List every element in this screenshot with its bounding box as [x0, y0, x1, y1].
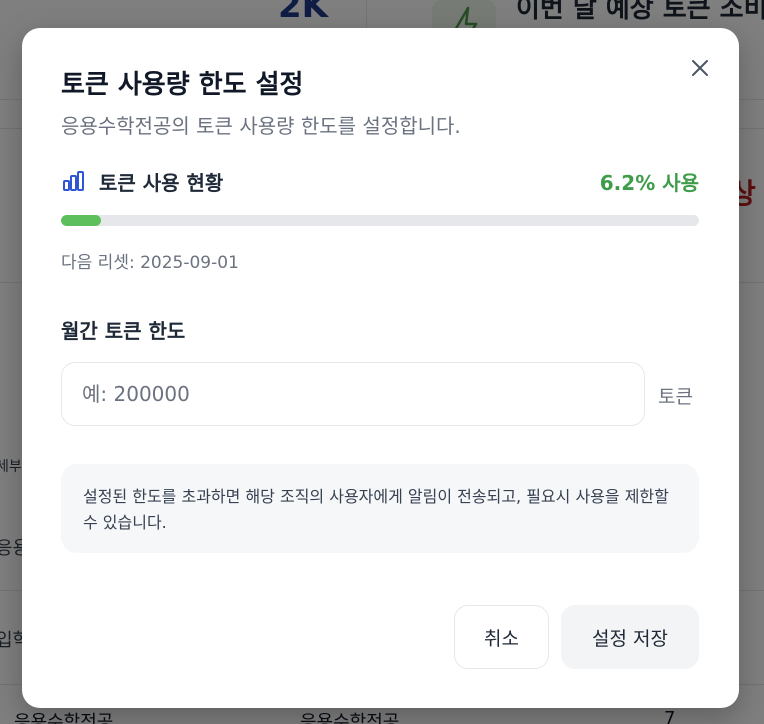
- usage-percent: 6.2% 사용: [599, 170, 699, 195]
- usage-header: 토큰 사용 현황 6.2% 사용: [61, 166, 699, 196]
- save-settings-button[interactable]: 설정 저장: [561, 605, 699, 669]
- limit-unit-label: 토큰: [658, 386, 693, 408]
- token-limit-dialog: 토큰 사용량 한도 설정 응용수학전공의 토큰 사용량 한도를 설정합니다. 토…: [22, 28, 739, 708]
- monthly-limit-input[interactable]: [61, 362, 645, 426]
- close-icon: [692, 60, 708, 76]
- monthly-limit-label: 월간 토큰 한도: [61, 319, 186, 343]
- info-notice: 설정된 한도를 초과하면 해당 조직의 사용자에게 알림이 전송되고, 필요시 …: [61, 464, 699, 553]
- usage-progress-fill: [61, 215, 101, 226]
- dialog-title: 토큰 사용량 한도 설정: [61, 70, 304, 100]
- usage-label: 토큰 사용 현황: [99, 170, 224, 195]
- dialog-description: 응용수학전공의 토큰 사용량 한도를 설정합니다.: [61, 114, 461, 138]
- cancel-button[interactable]: 취소: [454, 605, 549, 669]
- close-button[interactable]: [686, 54, 714, 82]
- usage-progress-bar: [61, 215, 699, 226]
- next-reset-text: 다음 리셋: 2025-09-01: [61, 253, 239, 273]
- usage-title-group: 토큰 사용 현황: [61, 167, 223, 196]
- bar-chart-icon: [63, 171, 84, 191]
